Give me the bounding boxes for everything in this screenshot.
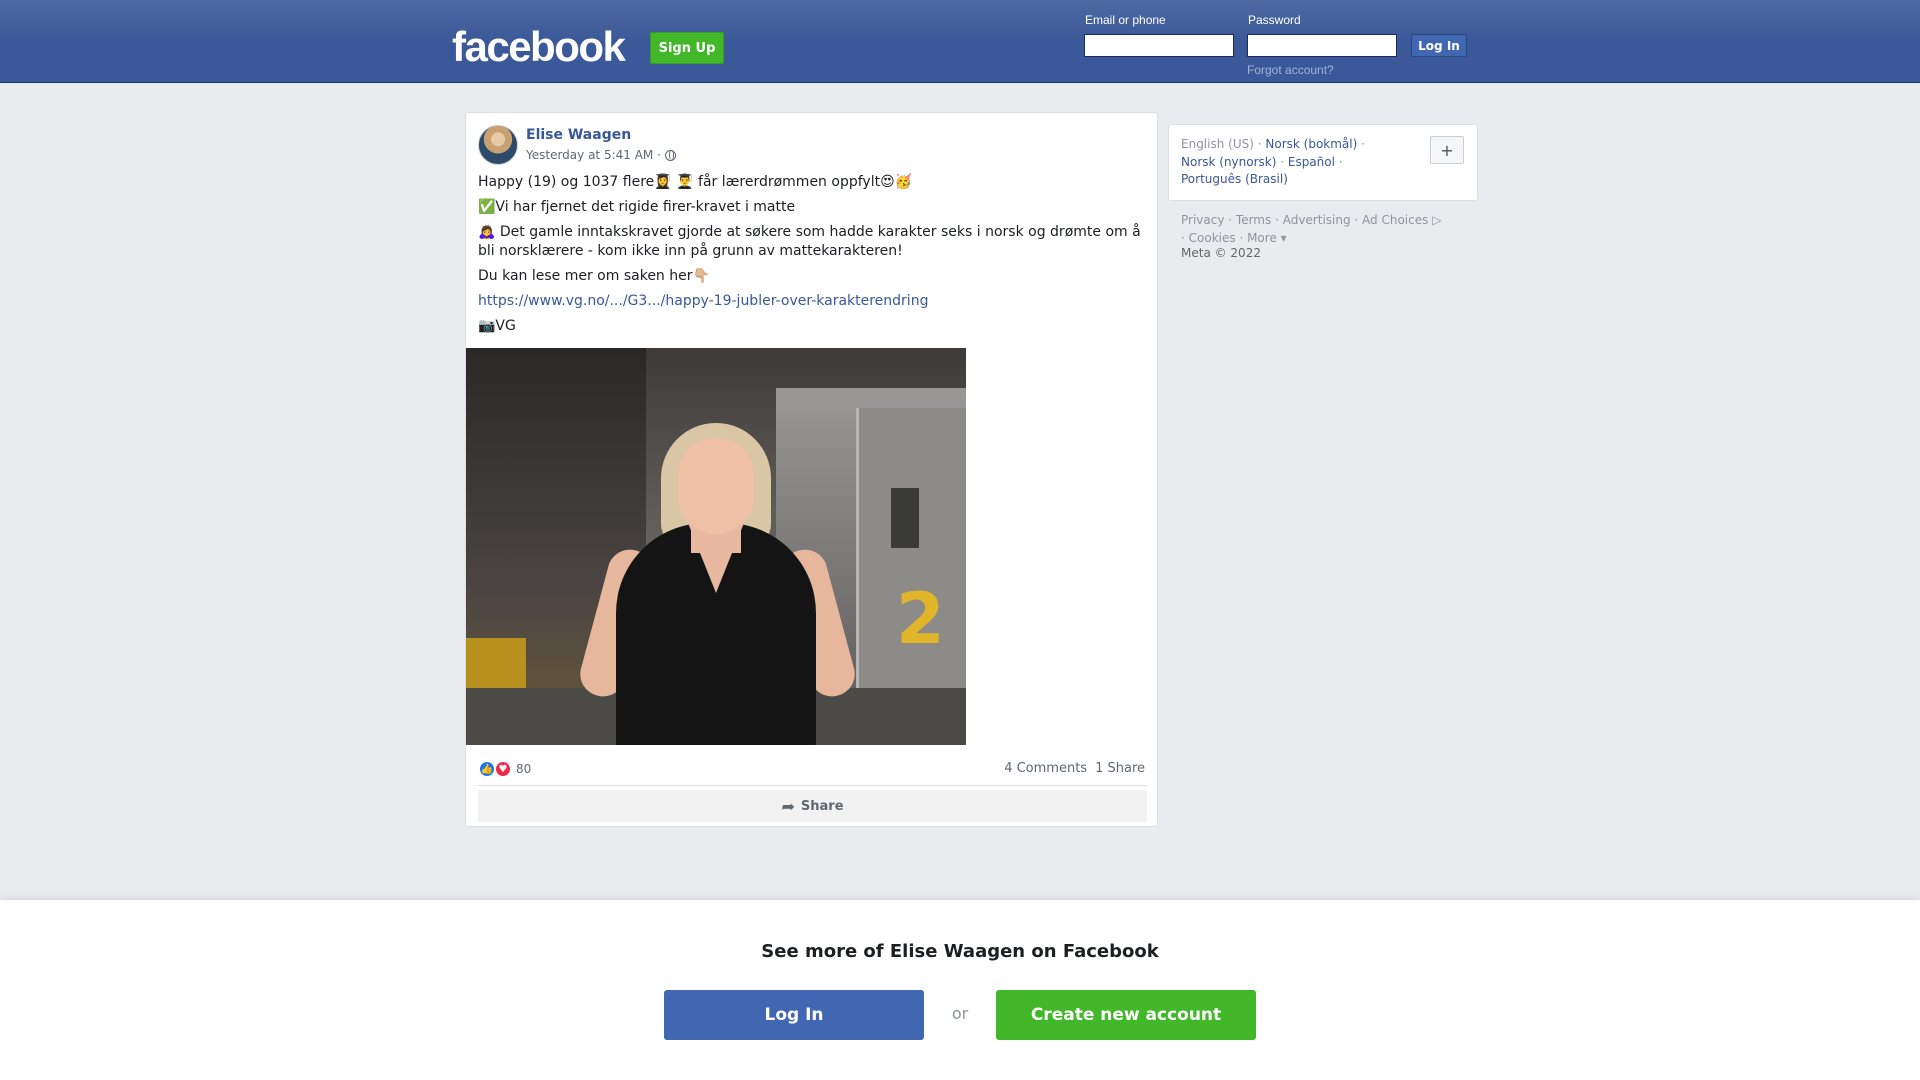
footer-link-more[interactable]: More [1247,231,1277,245]
create-account-button[interactable]: Create new account [996,990,1256,1040]
share-icon: ➦ [781,796,795,816]
facebook-logo[interactable]: facebook [452,22,626,72]
footer-link-terms[interactable]: Terms [1236,213,1271,227]
signup-banner: See more of Elise Waagen on Facebook Log… [0,900,1920,1080]
forgot-account-link[interactable]: Forgot account? [1247,63,1334,77]
photo-number: 2 [896,578,945,660]
current-language: English (US) [1181,137,1254,151]
share-label: Share [800,798,844,814]
share-button[interactable]: ➦ Share [478,790,1147,822]
footer-link-privacy[interactable]: Privacy [1181,213,1224,227]
post-line: ✅Vi har fjernet det rigide firer-kravet … [478,199,796,215]
reactions-summary[interactable]: 👍 ♥ 80 [478,760,531,778]
email-label: Email or phone [1085,13,1166,27]
photo-credit: 📷VG [478,318,516,334]
post-line: Du kan lese mer om saken her👇🏼 [478,268,710,284]
footer-link-ad-choices[interactable]: Ad Choices [1362,213,1428,227]
password-field[interactable] [1247,34,1397,57]
chevron-down-icon: ▾ [1276,231,1287,245]
email-field[interactable] [1084,34,1234,57]
engagement-counts: 4 Comments 1 Share [1004,761,1145,776]
post-photo[interactable]: 2 [466,348,966,745]
ad-choices-icon: ▷ [1428,213,1442,227]
globe-icon [664,149,676,161]
timestamp-text[interactable]: Yesterday at 5:41 AM · [526,148,661,162]
comments-count[interactable]: 4 Comments [1004,761,1087,776]
photo-sign [891,488,919,548]
login-button[interactable]: Log In [1411,34,1467,57]
more-languages-button[interactable]: + [1430,136,1464,164]
love-reaction-icon: ♥ [494,760,512,778]
post-timestamp: Yesterday at 5:41 AM · [526,148,676,162]
post-card: Elise Waagen Yesterday at 5:41 AM · Happ… [465,112,1158,827]
copyright: Meta © 2022 [1181,246,1261,260]
post-author[interactable]: Elise Waagen [526,127,631,143]
avatar[interactable] [478,125,518,165]
password-label: Password [1248,13,1301,27]
reaction-count: 80 [516,762,532,776]
language-link[interactable]: Norsk (bokmål) [1265,137,1357,151]
footer-links: Privacy · Terms · Advertising · Ad Choic… [1181,213,1442,245]
top-bar: facebook Sign Up Email or phone Password… [0,0,1920,83]
language-link[interactable]: Español [1288,155,1335,169]
article-link[interactable]: https://www.vg.no/.../G3.../happy-19-jub… [478,292,1148,311]
language-link[interactable]: Norsk (nynorsk) [1181,155,1276,169]
signup-button[interactable]: Sign Up [650,32,724,64]
post-line: 🙇‍♀️ Det gamle inntakskravet gjorde at s… [478,224,1141,259]
banner-title: See more of Elise Waagen on Facebook [761,941,1159,962]
shares-count[interactable]: 1 Share [1095,761,1145,776]
footer-link-advertising[interactable]: Advertising [1283,213,1351,227]
divider [478,785,1147,786]
post-text: Happy (19) og 1037 flere👩‍🎓 👨‍🎓 får lære… [478,173,1148,342]
footer-link-cookies[interactable]: Cookies [1189,231,1236,245]
banner-login-button[interactable]: Log In [664,990,924,1040]
post-line: Happy (19) og 1037 flere👩‍🎓 👨‍🎓 får lære… [478,174,913,190]
photo-face [678,438,754,534]
language-link[interactable]: Português (Brasil) [1181,172,1288,186]
or-separator: or [951,1004,969,1023]
